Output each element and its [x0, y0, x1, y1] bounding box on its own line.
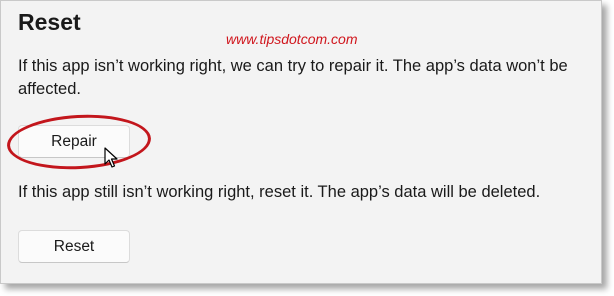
repair-button[interactable]: Repair: [18, 125, 130, 158]
watermark-text: www.tipsdotcom.com: [226, 31, 358, 47]
reset-description: If this app still isn’t working right, r…: [18, 183, 541, 201]
reset-button[interactable]: Reset: [18, 230, 130, 263]
reset-settings-panel: Reset www.tipsdotcom.com If this app isn…: [0, 0, 602, 284]
section-title: Reset: [18, 9, 81, 35]
repair-description: If this app isn’t working right, we can …: [18, 57, 568, 98]
